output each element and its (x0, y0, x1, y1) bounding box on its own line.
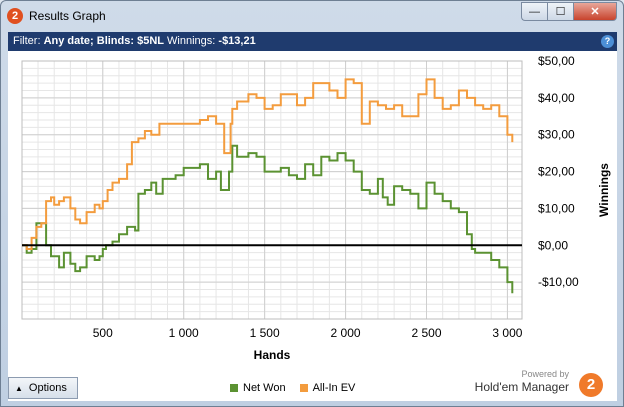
y-tick-label: $10,00 (538, 201, 575, 215)
brand-block: Powered by Hold'em Manager 2 (474, 369, 603, 397)
filter-winnings-value: -$13,21 (218, 35, 256, 47)
filter-prefix: Filter: (13, 35, 41, 47)
y-tick-label: $0,00 (538, 238, 568, 252)
results-graph-window: 2 Results Graph — ☐ ✕ Filter: Any date; … (0, 0, 624, 407)
x-tick-label: 1 000 (169, 326, 199, 340)
filter-winnings-label: Winnings: (167, 35, 216, 47)
x-tick-label: 2 500 (411, 326, 441, 340)
chart-area: 500 1 000 1 500 2 000 2 500 3 000 $50,00 $40,00… (8, 51, 617, 373)
window-title: Results Graph (29, 9, 106, 23)
app-logo-icon: 2 (7, 8, 23, 24)
close-button[interactable]: ✕ (573, 2, 617, 21)
x-tick-label: 2 000 (331, 326, 361, 340)
filter-blinds: Blinds: $5NL (96, 35, 164, 47)
y-tick-label: $40,00 (538, 91, 575, 105)
legend-label-all-in-ev: All-In EV (312, 382, 356, 394)
x-axis-title: Hands (254, 348, 291, 362)
y-axis-title: Winnings (597, 163, 611, 217)
brand-name: Hold'em Manager (474, 380, 569, 394)
filter-bar: Filter: Any date; Blinds: $5NL Winnings:… (8, 32, 617, 51)
y-tick-label: $20,00 (538, 165, 575, 179)
chevron-up-icon: ▲ (15, 383, 23, 393)
minimize-button[interactable]: — (521, 2, 547, 21)
x-tick-label: 3 000 (492, 326, 522, 340)
legend-label-net-won: Net Won (243, 382, 286, 394)
chart-legend: Net Won All-In EV (230, 382, 369, 394)
powered-by-text: Powered by (521, 369, 569, 379)
y-tick-label: $50,00 (538, 54, 575, 68)
help-icon[interactable]: ? (601, 35, 614, 48)
options-button[interactable]: ▲ Options (8, 377, 78, 399)
y-tick-label: -$10,00 (538, 275, 579, 289)
legend-swatch-all-in-ev (299, 384, 308, 392)
title-bar[interactable]: 2 Results Graph — ☐ ✕ (1, 1, 623, 31)
filter-date: Any date; (43, 35, 94, 47)
holdem-manager-logo-icon: 2 (579, 373, 603, 397)
series-line-net-won (22, 144, 514, 294)
y-tick-label: $30,00 (538, 128, 575, 142)
window-controls: — ☐ ✕ (521, 2, 617, 22)
x-tick-label: 1 500 (250, 326, 280, 340)
maximize-button[interactable]: ☐ (547, 2, 573, 21)
options-label: Options (28, 382, 67, 394)
legend-swatch-net-won (230, 384, 238, 392)
legend-item-net-won: Net Won (230, 382, 286, 394)
results-chart: 500 1 000 1 500 2 000 2 500 3 000 $50,00 $40,00… (21, 54, 611, 362)
bottom-bar: ▲ Options Net Won All-In EV Powered by H… (8, 369, 617, 401)
legend-item-all-in-ev: All-In EV (299, 382, 356, 394)
plot-frame (21, 60, 523, 320)
x-tick-label: 500 (93, 326, 113, 340)
